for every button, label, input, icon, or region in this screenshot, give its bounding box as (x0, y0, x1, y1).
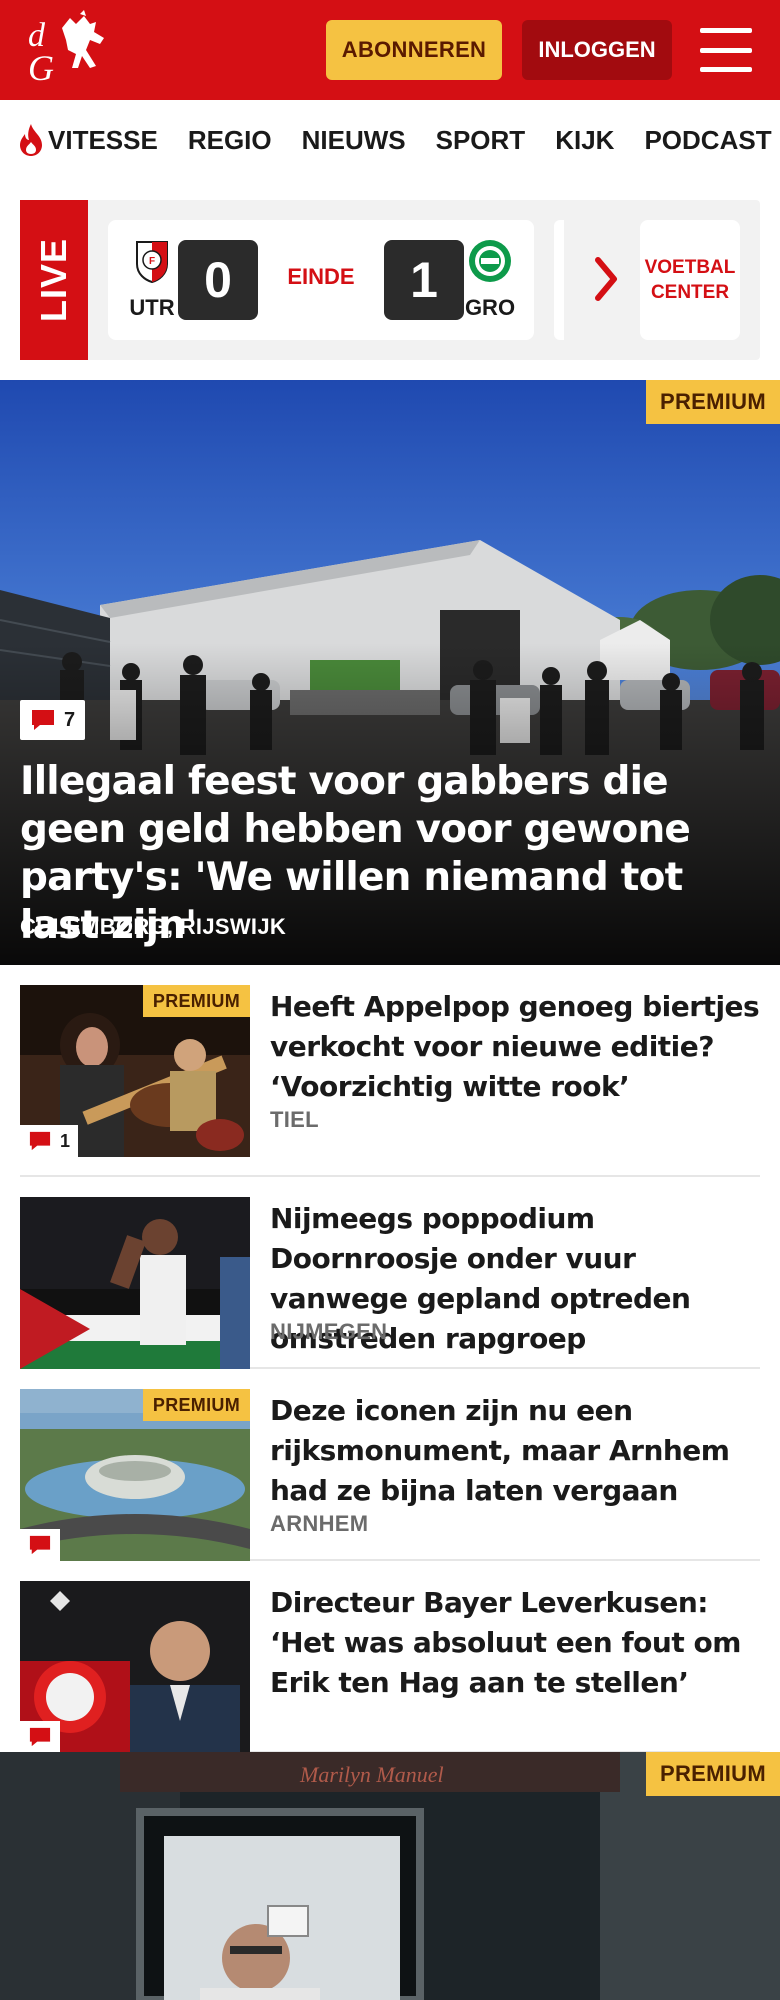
nav-item-nieuws[interactable]: NIEUWS (302, 125, 406, 156)
home-team: F UTR (122, 238, 182, 321)
logo-mark: d G (28, 10, 104, 88)
subscribe-button[interactable]: ABONNEREN (326, 20, 502, 80)
logo-g: G (28, 48, 54, 88)
nav-item-label: PODCAST (644, 124, 772, 155)
menu-icon[interactable] (700, 28, 752, 72)
article-headline[interactable]: Heeft Appelpop genoeg biertjes verkocht … (270, 987, 760, 1107)
hero-article[interactable]: PREMIUM 7 Illegaal feest voor gabbers di… (0, 380, 780, 965)
nav-item-label: NIEUWS (301, 124, 406, 155)
site-header: d G ABONNEREN INLOGGEN (0, 0, 780, 100)
article-location: TIEL (270, 1107, 319, 1132)
nav-item-label: KIJK (555, 124, 615, 155)
fc-groningen-crest-icon (469, 240, 511, 282)
comment-icon (29, 1131, 51, 1151)
nav-item-label: VITESSE (48, 124, 158, 155)
nav-item-vitesse[interactable]: VITESSE (18, 124, 158, 156)
article-headline[interactable]: Directeur Bayer Leverkusen: ‘Het was abs… (270, 1583, 760, 1703)
article-location: NIJMEGEN (270, 1319, 388, 1344)
feature-sign-text: Marilyn Manuel (299, 1762, 444, 1787)
match-status: EINDE (287, 264, 355, 289)
article-thumbnail[interactable]: PREMIUM 1 (20, 985, 250, 1157)
horse-icon (62, 10, 104, 68)
comment-count-value: 1 (60, 1130, 71, 1151)
voetbal-center-link[interactable]: VOETBAL CENTER (640, 220, 740, 340)
nav-item-label: SPORT (435, 124, 526, 155)
home-team-abbr: UTR (129, 295, 175, 320)
nav-item-regio[interactable]: REGIO (188, 125, 272, 156)
comment-count[interactable]: 7 (20, 700, 86, 740)
article-thumbnail[interactable] (20, 1581, 250, 1753)
list-item[interactable]: Nijmeegs poppodium Doornroos­je onder vu… (20, 1177, 760, 1369)
premium-badge: PREMIUM (646, 1752, 780, 1796)
away-score: 1 (384, 240, 464, 320)
comment-icon (29, 1535, 51, 1555)
comment-count-value: 7 (64, 708, 76, 731)
article-thumbnail[interactable]: PREMIUM (20, 1389, 250, 1561)
article-headline[interactable]: Deze iconen zijn nu een rijksmonument, m… (270, 1391, 760, 1511)
premium-badge: PREMIUM (646, 380, 780, 424)
article-list: PREMIUM 1 Heeft Appelpop genoeg biertjes… (0, 965, 780, 1753)
live-label-text: LIVE (33, 237, 75, 323)
premium-badge: PREMIUM (142, 1389, 250, 1421)
comment-count[interactable]: 1 (20, 1125, 79, 1157)
nav-item-sport[interactable]: SPORT (436, 125, 526, 156)
fc-utrecht-crest-icon: F (136, 241, 168, 284)
flame-icon (20, 124, 42, 156)
site-logo[interactable]: d G (20, 10, 120, 90)
list-item[interactable]: Directeur Bayer Leverkusen: ‘Het was abs… (20, 1561, 760, 1753)
away-team: GRO (460, 238, 520, 321)
login-button[interactable]: INLOGGEN (522, 20, 672, 80)
menu-icon-bar (700, 67, 752, 72)
menu-icon-bar (700, 28, 752, 33)
feature-article[interactable]: Marilyn Manuel PREMIUM (0, 1752, 780, 2000)
comment-count[interactable] (20, 1721, 60, 1753)
article-photo (20, 1197, 250, 1369)
premium-badge: PREMIUM (142, 985, 250, 1017)
next-match-card-edge[interactable] (554, 220, 564, 340)
match-card[interactable]: F UTR 0 EINDE 1 GRO (108, 220, 534, 340)
main-nav: VITESSE REGIO NIEUWS SPORT KIJK PODCAST (0, 100, 780, 180)
live-scores-bar: LIVE F UTR 0 EINDE 1 GRO VOETBAL CENTER (20, 200, 760, 360)
chevron-right-icon[interactable] (594, 256, 620, 302)
article-location: ARNHEM (270, 1511, 369, 1536)
list-item[interactable]: PREMIUM 1 Heeft Appelpop genoeg biertjes… (20, 985, 760, 1177)
nav-item-label: REGIO (187, 124, 272, 155)
svg-text:F: F (149, 256, 155, 267)
nav-item-kijk[interactable]: KIJK (555, 125, 614, 156)
hero-location: CULEMBORG, RIJSWIJK (20, 914, 287, 939)
home-score: 0 (178, 240, 258, 320)
comment-icon (29, 1727, 51, 1747)
menu-icon-bar (700, 47, 752, 53)
live-label: LIVE (20, 200, 88, 360)
comment-icon (32, 710, 54, 730)
article-thumbnail[interactable] (20, 1197, 250, 1369)
away-team-abbr: GRO (464, 295, 516, 320)
nav-item-podcast[interactable]: PODCAST (644, 125, 771, 156)
list-item[interactable]: PREMIUM Deze iconen zijn nu een rijksmon… (20, 1369, 760, 1561)
comment-count[interactable] (20, 1529, 60, 1561)
